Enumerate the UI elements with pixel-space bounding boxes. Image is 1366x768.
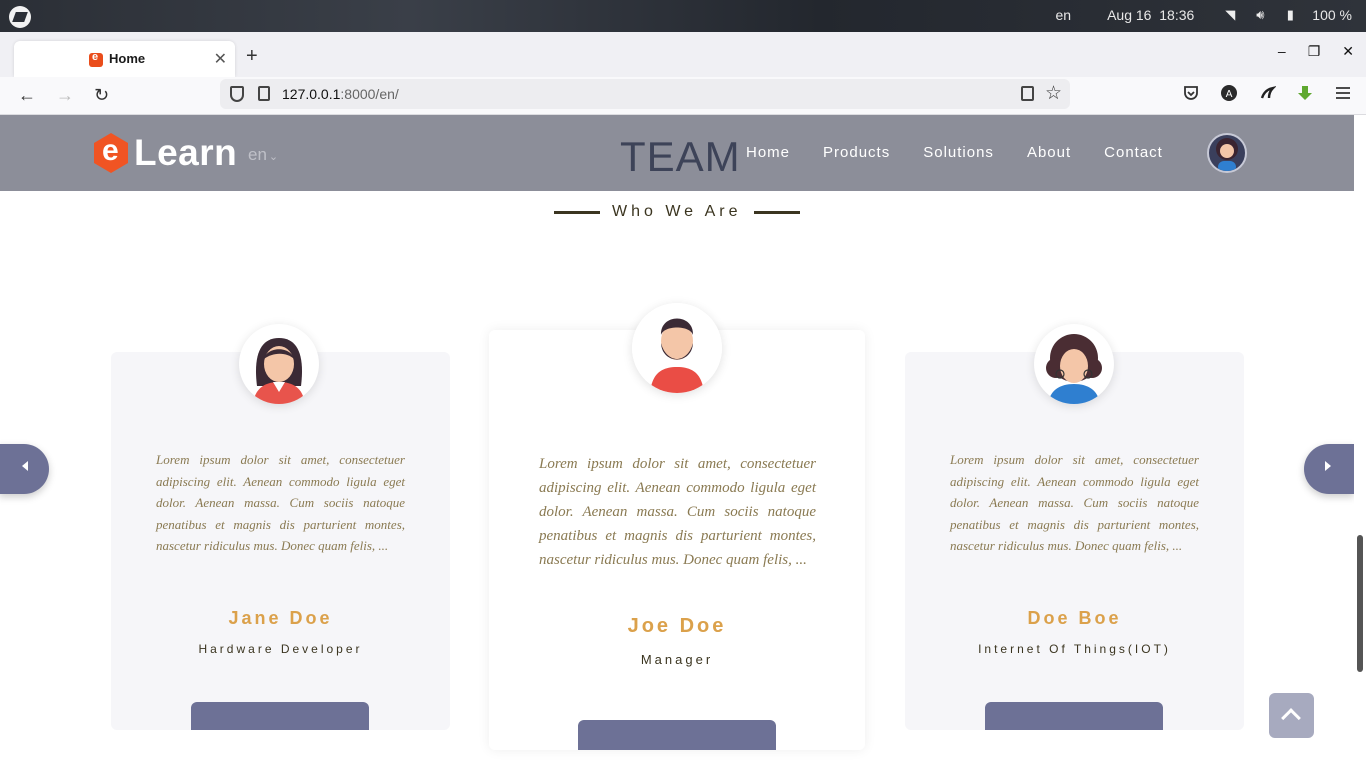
browser-nav-bar: ← → ↻ 127.0.0.1:8000/en/ ☆ A (0, 77, 1366, 115)
account-icon[interactable]: A (1220, 84, 1238, 102)
team-member-role: Hardware Developer (198, 642, 363, 656)
who-we-are-heading: Who We Are (554, 203, 800, 221)
team-member-bio: Lorem ipsum dolor sit amet, consectetuer… (156, 452, 405, 554)
back-to-top-button[interactable] (1269, 693, 1314, 738)
logo-hexagon-icon (94, 133, 128, 173)
os-menu-icon[interactable] (9, 6, 31, 28)
battery-icon[interactable]: ▮ (1282, 8, 1298, 22)
bookmark-star-icon[interactable]: ☆ (1045, 82, 1062, 105)
team-member-avatar (1034, 324, 1114, 404)
browser-tab-home[interactable]: Home ✕ (14, 41, 235, 77)
team-card-button[interactable] (191, 702, 369, 730)
team-card: Lorem ipsum dolor sit amet, consectetuer… (905, 324, 1244, 730)
scrollbar[interactable] (1354, 115, 1366, 768)
forward-icon[interactable]: → (56, 85, 74, 106)
site-nav: Home Products Solutions About Contact (746, 144, 1163, 161)
url-text[interactable]: 127.0.0.1:8000/en/ (282, 86, 399, 102)
pocket-icon[interactable] (1182, 84, 1200, 102)
scrollbar-thumb[interactable] (1357, 535, 1363, 672)
os-top-bar: en Aug 16 18:36 ◥ 🔊︎ ▮ 100 % (0, 0, 1366, 32)
minimize-icon[interactable]: ‒ (1278, 43, 1286, 60)
nav-about[interactable]: About (1027, 144, 1071, 161)
clock[interactable]: Aug 16 18:36 (1107, 7, 1194, 23)
team-card-button[interactable] (985, 702, 1163, 730)
web-page: Learn en⌄ TEAM Home Products Solutions A… (0, 115, 1366, 768)
nav-contact[interactable]: Contact (1104, 144, 1163, 161)
caret-left-icon (22, 461, 28, 471)
team-member-role: Internet Of Things(IOT) (978, 642, 1171, 656)
nav-solutions[interactable]: Solutions (923, 144, 994, 161)
extension-icon[interactable] (1258, 84, 1276, 102)
url-bar[interactable]: 127.0.0.1:8000/en/ ☆ (220, 79, 1070, 109)
site-header: Learn en⌄ TEAM Home Products Solutions A… (0, 115, 1354, 191)
team-card-button[interactable] (578, 720, 776, 750)
close-window-icon[interactable]: ✕ (1342, 43, 1354, 60)
volume-icon[interactable]: 🔊︎ (1252, 8, 1268, 22)
team-card: Lorem ipsum dolor sit amet, consectetuer… (489, 303, 865, 750)
logo-text: Learn (134, 132, 238, 173)
svg-text:A: A (1226, 89, 1233, 100)
team-member-role: Manager (640, 652, 714, 667)
team-member-name: Joe Doe (627, 615, 727, 637)
team-member-avatar (632, 303, 722, 393)
new-tab-button[interactable]: + (246, 45, 258, 68)
chevron-up-icon (1281, 708, 1301, 728)
nav-home[interactable]: Home (746, 144, 790, 161)
site-logo[interactable]: Learn (94, 132, 237, 174)
team-member-bio: Lorem ipsum dolor sit amet, consectetuer… (950, 452, 1199, 554)
chevron-down-icon: ⌄ (268, 151, 279, 163)
section-title: TEAM (620, 133, 741, 180)
team-member-bio: Lorem ipsum dolor sit amet, consectetuer… (539, 456, 816, 568)
reader-view-icon[interactable] (1021, 86, 1034, 101)
carousel-next-button[interactable] (1304, 444, 1354, 494)
team-member-name: Jane Doe (228, 608, 333, 628)
close-tab-icon[interactable]: ✕ (214, 49, 227, 69)
restore-icon[interactable]: ❐ (1308, 43, 1321, 60)
page-info-icon[interactable] (258, 86, 270, 101)
caret-right-icon (1325, 461, 1331, 471)
browser-tab-strip: Home ✕ + ‒ ❐ ✕ (0, 32, 1366, 77)
nav-products[interactable]: Products (823, 144, 890, 161)
download-extension-icon[interactable] (1296, 84, 1314, 102)
tracking-shield-icon[interactable] (230, 86, 244, 102)
reload-icon[interactable]: ↻ (94, 85, 109, 106)
user-avatar[interactable] (1207, 133, 1247, 173)
wifi-icon[interactable]: ◥ (1222, 8, 1238, 22)
divider (753, 210, 800, 214)
site-favicon-icon (89, 51, 103, 67)
keyboard-language[interactable]: en (1056, 7, 1072, 23)
back-icon[interactable]: ← (18, 85, 36, 106)
menu-icon[interactable] (1334, 84, 1352, 102)
divider (554, 210, 600, 214)
team-member-avatar (239, 324, 319, 404)
language-dropdown[interactable]: en ⌄ (248, 145, 278, 165)
tab-title: Home (109, 51, 146, 66)
carousel-prev-button[interactable] (0, 444, 49, 494)
team-card: Lorem ipsum dolor sit amet, consectetuer… (111, 324, 450, 730)
battery-level: 100 % (1312, 7, 1352, 23)
team-member-name: Doe Boe (1027, 608, 1122, 628)
